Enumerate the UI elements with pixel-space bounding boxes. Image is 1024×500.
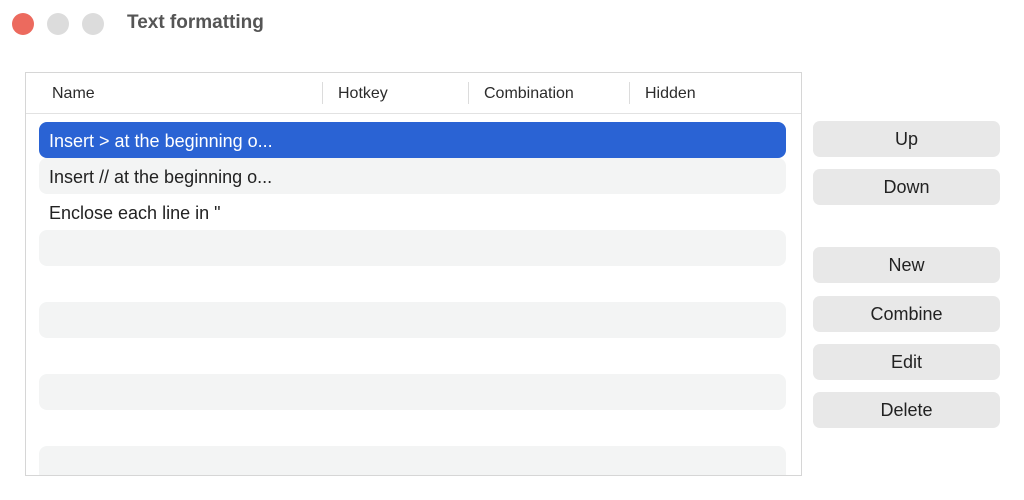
maximize-window-icon[interactable]	[82, 13, 104, 35]
table-row[interactable]	[39, 410, 786, 446]
delete-button[interactable]: Delete	[813, 392, 1000, 428]
edit-button[interactable]: Edit	[813, 344, 1000, 380]
column-header-hotkey[interactable]: Hotkey	[338, 73, 388, 113]
formatting-table: Name Hotkey Combination Hidden Insert > …	[25, 72, 802, 476]
column-header-name[interactable]: Name	[52, 73, 95, 113]
title-bar: Text formatting	[0, 0, 1024, 50]
window: Text formatting Name Hotkey Combination …	[0, 0, 1024, 500]
column-header-combination[interactable]: Combination	[484, 73, 574, 113]
table-row[interactable]	[39, 374, 786, 410]
new-button[interactable]: New	[813, 247, 1000, 283]
window-title: Text formatting	[127, 12, 264, 33]
combine-button[interactable]: Combine	[813, 296, 1000, 332]
down-button[interactable]: Down	[813, 169, 1000, 205]
table-row[interactable]	[39, 266, 786, 302]
up-button[interactable]: Up	[813, 121, 1000, 157]
table-row[interactable]	[39, 338, 786, 374]
table-row[interactable]	[39, 446, 786, 475]
table-header: Name Hotkey Combination Hidden	[26, 73, 801, 114]
minimize-window-icon[interactable]	[47, 13, 69, 35]
column-divider[interactable]	[629, 82, 630, 104]
close-window-icon[interactable]	[12, 13, 34, 35]
table-row[interactable]: Insert // at the beginning o...	[39, 158, 786, 194]
table-row[interactable]	[39, 230, 786, 266]
table-row[interactable]: Enclose each line in "	[39, 194, 786, 230]
column-divider[interactable]	[322, 82, 323, 104]
table-row[interactable]: Insert > at the beginning o...	[39, 122, 786, 158]
column-header-hidden[interactable]: Hidden	[645, 73, 696, 113]
table-row[interactable]	[39, 302, 786, 338]
column-divider[interactable]	[468, 82, 469, 104]
